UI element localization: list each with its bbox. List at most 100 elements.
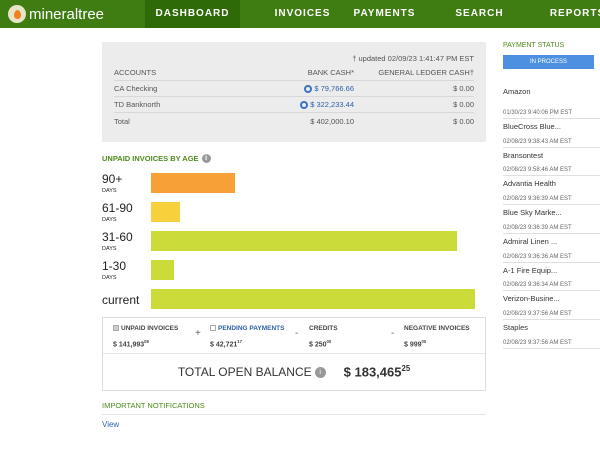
credits-cents: 00 [326, 339, 332, 344]
tab-dashboard[interactable]: DASHBOARD [145, 0, 240, 28]
bank-cash-link[interactable]: $ 322,233.44 [310, 100, 354, 109]
aging-bar[interactable] [151, 231, 458, 251]
payment-item-name: Staples [503, 322, 529, 332]
payment-item[interactable]: 02/08/23 9:36:36 AM EST A-1 Fire Equip... [503, 254, 600, 275]
payment-timestamp: 01/30/23 9:40:06 PM EST [503, 110, 600, 119]
tab-search[interactable]: SEARCH [432, 0, 527, 28]
payment-timestamp: 02/08/23 9:36:39 AM EST [503, 225, 600, 234]
in-process-tab[interactable]: IN PROCESS [503, 55, 594, 69]
header-bank-cash: BANK CASH* [307, 68, 354, 77]
aging-row: current [102, 289, 486, 309]
dashboard-main: † updated 02/09/23 1:41:47 PM EST ACCOUN… [102, 42, 486, 429]
payment-item[interactable]: 02/08/23 9:36:39 AM EST Admiral Linen ... [503, 225, 600, 246]
payment-item-name: Admiral Linen ... [503, 236, 558, 246]
total-open-balance-label: TOTAL OPEN BALANCE [177, 365, 312, 379]
aging-bucket-label: 1-30 [102, 259, 127, 273]
total-label: Total [114, 116, 130, 126]
unpaid-amount: $ 141,993 [113, 341, 145, 349]
aging-bucket-unit: DAYS [102, 275, 117, 281]
total-bank: $ 402,000.10 [310, 116, 354, 126]
unpaid-label: UNPAID INVOICES [121, 325, 179, 332]
tab-reports[interactable]: REPORTS [530, 0, 600, 28]
total-cents: 25 [401, 364, 411, 374]
gl-cash: $ 0.00 [453, 100, 474, 109]
top-nav: mineraltree DASHBOARD INVOICES PAYMENTS … [0, 0, 600, 28]
header-gl-cash: GENERAL LEDGER CASH† [378, 68, 474, 77]
negative-label: NEGATIVE INVOICES [404, 325, 470, 332]
aging-row: 31-60 DAYS [102, 230, 486, 252]
account-row: TD Banknorth $ 322,233.44 $ 0.00 [114, 97, 474, 113]
logo[interactable]: mineraltree [8, 5, 104, 23]
payment-timestamp: 02/08/23 9:58:46 AM EST [503, 167, 600, 177]
aging-label: current [102, 294, 139, 306]
credits-label: CREDITS [309, 325, 338, 332]
accounts-panel: † updated 02/09/23 1:41:47 PM EST ACCOUN… [102, 42, 486, 142]
payment-item[interactable]: 02/08/23 9:38:43 AM EST Bransontest [503, 139, 600, 160]
info-icon[interactable]: i [201, 154, 211, 163]
pending-label[interactable]: PENDING PAYMENTS [218, 325, 284, 332]
aging-row: 61-90 DAYS [102, 202, 486, 223]
tab-invoices[interactable]: INVOICES [255, 0, 350, 28]
balance-summary: UNPAID INVOICES $ 141,99308 + PENDING PAY… [102, 317, 486, 391]
logo-icon [8, 5, 26, 23]
updated-timestamp: † updated 02/09/23 1:41:47 PM EST [352, 54, 474, 63]
aging-bucket-unit: DAYS [102, 217, 117, 223]
aging-label: 90+ DAYS [102, 173, 122, 197]
account-name: CA Checking [114, 84, 158, 93]
aging-bucket-label: 61-90 [102, 201, 133, 215]
aging-bucket-unit: DAYS [102, 246, 117, 252]
info-icon[interactable]: i [314, 366, 326, 378]
pending-amount: $ 42,721 [210, 341, 238, 349]
logo-text: mineraltree [29, 5, 105, 23]
payment-item-name: Bransontest [503, 150, 544, 160]
aging-bar[interactable] [151, 202, 181, 222]
aging-bucket-label: 31-60 [102, 230, 133, 244]
negative-amount: $ 999 [404, 341, 422, 349]
payment-status-panel: PAYMENT STATUS IN PROCESS Amazon 01/30/2… [503, 42, 600, 349]
payment-item[interactable]: 02/08/23 9:58:46 AM EST Advantia Health [503, 167, 600, 188]
payment-item-name: Verizon-Busine... [503, 294, 560, 304]
payment-item-name: Advantia Health [503, 179, 556, 189]
aging-bucket-unit: DAYS [102, 188, 117, 194]
payment-item-name[interactable]: Amazon [503, 87, 600, 96]
aging-title: UNPAID INVOICES BY AGE i [102, 154, 486, 163]
payment-item[interactable]: 01/30/23 9:40:06 PM EST BlueCross Blue... [503, 110, 600, 131]
notifications-title: IMPORTANT NOTIFICATIONS [102, 401, 486, 415]
account-name: TD Banknorth [114, 100, 161, 109]
payment-timestamp: 02/08/23 9:36:34 AM EST [503, 282, 600, 292]
payment-timestamp: 02/08/23 9:37:56 AM EST [503, 340, 600, 349]
aging-chart: 90+ DAYS 61-90 DAYS 31-60 DAYS 1-30 DAYS current [102, 173, 486, 313]
payment-item-name: Blue Sky Marke... [503, 208, 562, 218]
bank-cash-link[interactable]: $ 79,766.66 [314, 84, 354, 93]
payment-item-name: BlueCross Blue... [503, 122, 561, 131]
payment-status-title: PAYMENT STATUS [503, 42, 565, 49]
unpaid-cents: 08 [144, 339, 149, 344]
aging-label: 61-90 DAYS [102, 202, 133, 226]
aging-row: 1-30 DAYS [102, 260, 486, 281]
payment-item[interactable]: 02/08/23 9:36:34 AM EST Verizon-Busine... [503, 282, 600, 303]
payment-timestamp: 02/08/23 9:38:43 AM EST [503, 139, 600, 148]
payment-item[interactable]: 02/08/23 9:37:56 AM EST Staples [503, 311, 600, 332]
header-accounts: ACCOUNTS [114, 68, 157, 77]
credits-amount: $ 250 [309, 341, 327, 349]
unpaid-checkbox[interactable] [113, 325, 119, 332]
pending-cents: 17 [237, 339, 242, 344]
minus-operator: - [391, 328, 395, 339]
aging-bar[interactable] [151, 260, 174, 280]
bank-sync-icon[interactable] [304, 85, 313, 93]
aging-bucket-label: 90+ [102, 172, 123, 186]
aging-bucket-label: current [102, 293, 140, 307]
tab-payments[interactable]: PAYMENTS [337, 0, 432, 28]
aging-title-text: UNPAID INVOICES BY AGE [102, 154, 199, 163]
view-notifications-link[interactable]: View [102, 420, 486, 429]
payment-item[interactable]: 02/08/23 9:37:56 AM EST [503, 340, 600, 352]
payment-item[interactable]: 02/08/23 9:36:39 AM EST Blue Sky Marke... [503, 196, 600, 217]
aging-bar[interactable] [151, 289, 475, 309]
aging-label: 1-30 DAYS [102, 260, 126, 284]
pending-checkbox[interactable] [210, 325, 216, 332]
total-gl: $ 0.00 [453, 116, 474, 126]
total-open-balance: $ 183,465 [343, 364, 402, 380]
aging-bar[interactable] [151, 173, 236, 193]
payment-timestamp: 02/08/23 9:36:36 AM EST [503, 254, 600, 263]
bank-sync-icon[interactable] [300, 101, 309, 109]
